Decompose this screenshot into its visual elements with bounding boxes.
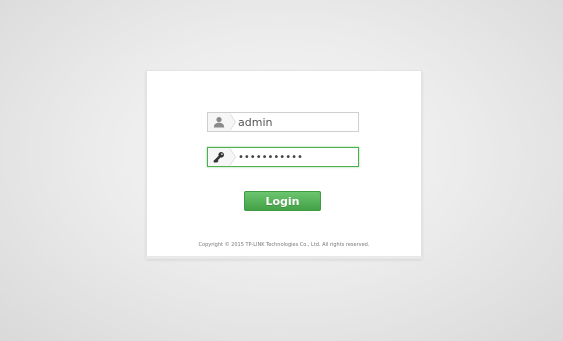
- panel-shadow: [146, 256, 422, 259]
- login-panel: Login Copyright © 2015 TP-LINK Technolog…: [146, 70, 422, 258]
- username-field[interactable]: [207, 112, 359, 132]
- password-input[interactable]: [238, 149, 354, 165]
- copyright-text: Copyright © 2015 TP-LINK Technologies Co…: [198, 242, 370, 248]
- login-button[interactable]: Login: [244, 191, 321, 211]
- password-field[interactable]: [207, 147, 359, 167]
- key-icon: [208, 148, 230, 166]
- user-icon: [208, 113, 230, 131]
- field-separator: [229, 148, 236, 166]
- username-input[interactable]: [238, 114, 354, 130]
- field-separator: [229, 113, 236, 131]
